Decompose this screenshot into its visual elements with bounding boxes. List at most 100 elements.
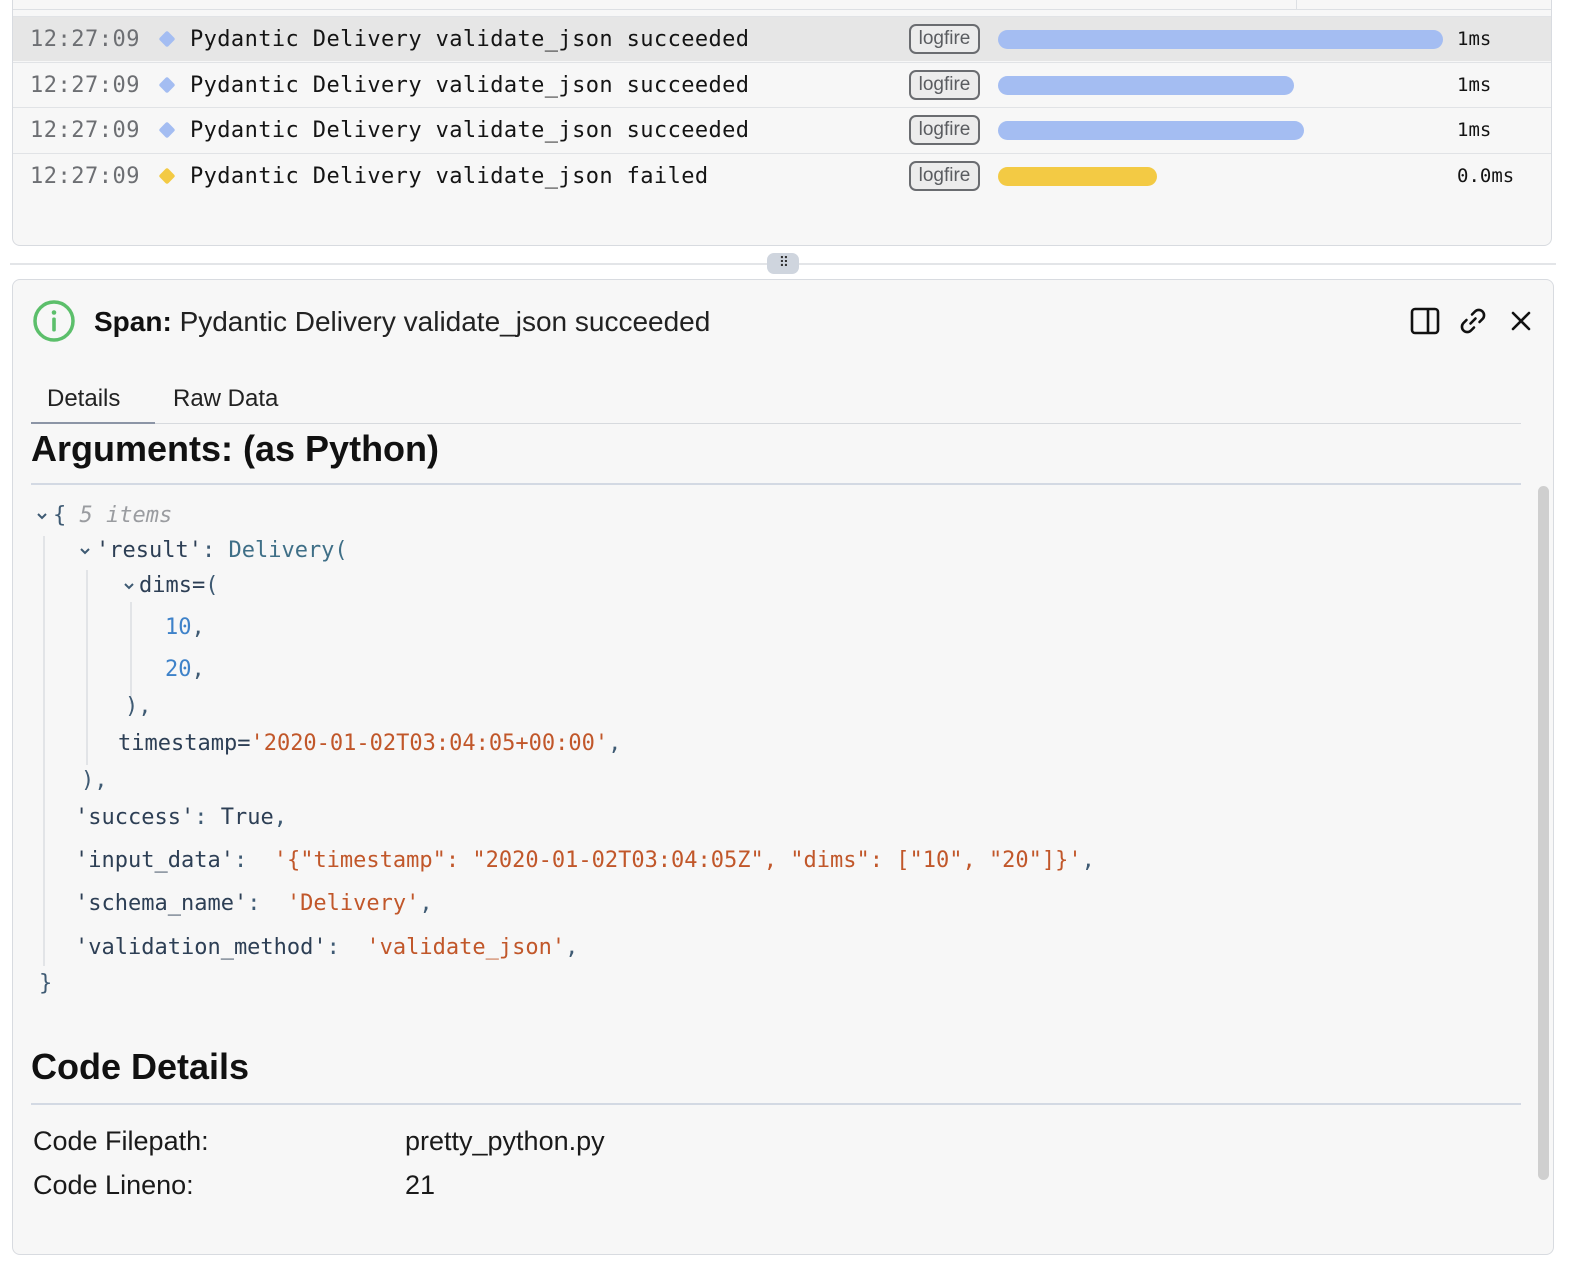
- split-view-icon[interactable]: [1409, 305, 1441, 337]
- arg-key: 'success': [75, 805, 195, 830]
- comma: ,: [273, 805, 287, 830]
- trace-list: 12:27:09 Pydantic Delivery validate_json…: [12, 0, 1552, 246]
- number-value: 20: [165, 657, 192, 682]
- duration-bar: [998, 30, 1443, 49]
- detail-tabs: Details Raw Data: [31, 378, 1521, 424]
- comma: ,: [191, 615, 205, 640]
- collapse-chevron-icon[interactable]: [35, 509, 49, 523]
- code-lineno-value: 21: [405, 1170, 436, 1200]
- arg-key: 'input_data': [75, 848, 234, 873]
- colon: :: [194, 805, 208, 830]
- span-status-diamond-icon: [158, 167, 176, 185]
- arg-key: 'result': [96, 538, 202, 563]
- trace-row[interactable]: 12:27:09 Pydantic Delivery validate_json…: [13, 62, 1551, 107]
- duration-bar: [998, 76, 1294, 95]
- section-divider: [31, 1103, 1521, 1105]
- colon: :: [233, 848, 248, 873]
- arg-key: 'validation_method': [75, 935, 327, 960]
- arg-input-data-line: 'input_data': '{"timestamp": "2020-01-02…: [75, 846, 1095, 876]
- tree-root-line: { 5 items: [53, 501, 172, 531]
- tab-details[interactable]: Details: [31, 378, 155, 424]
- dims-item: 10,: [165, 613, 205, 643]
- link-icon[interactable]: [1457, 305, 1489, 337]
- arg-key: 'schema_name': [75, 891, 248, 916]
- trace-row[interactable]: 12:27:09 Pydantic Delivery validate_json…: [13, 107, 1551, 152]
- trace-duration: 1ms: [1457, 28, 1492, 50]
- string-value: 'Delivery': [286, 891, 420, 916]
- trace-time: 12:27:09: [30, 118, 140, 143]
- tree-guide: [86, 570, 88, 765]
- close-icon[interactable]: [1505, 305, 1537, 337]
- duration-bar: [998, 167, 1157, 186]
- comma: ,: [565, 935, 579, 960]
- code-details-heading: Code Details: [31, 1046, 250, 1087]
- open-brace: {: [53, 503, 67, 528]
- close-brace: }: [39, 971, 53, 996]
- trace-row[interactable]: 12:27:09 Pydantic Delivery validate_json…: [13, 16, 1551, 61]
- service-tag[interactable]: logfire: [909, 70, 980, 100]
- trace-message: Pydantic Delivery validate_json failed: [190, 164, 709, 189]
- string-value: '{"timestamp": "2020-01-02T03:04:05Z", "…: [273, 848, 1082, 873]
- trace-duration: 1ms: [1457, 74, 1492, 96]
- drag-handle-icon[interactable]: ⠿: [767, 253, 799, 274]
- trace-message: Pydantic Delivery validate_json succeede…: [190, 27, 750, 52]
- service-tag[interactable]: logfire: [909, 24, 980, 54]
- duration-bar: [998, 121, 1304, 140]
- arg-success-line: 'success': True,: [75, 803, 287, 833]
- arg-timestamp-line: timestamp='2020-01-02T03:04:05+00:00',: [118, 729, 621, 759]
- string-value: 'validate_json': [366, 935, 566, 960]
- trace-time: 12:27:09: [30, 73, 140, 98]
- trace-duration: 0.0ms: [1457, 165, 1515, 187]
- arg-validation-method-line: 'validation_method': 'validate_json',: [75, 933, 578, 963]
- span-title: Span: Pydantic Delivery validate_json su…: [94, 302, 710, 342]
- service-tag[interactable]: logfire: [909, 115, 980, 145]
- trace-message: Pydantic Delivery validate_json succeede…: [190, 73, 750, 98]
- column-divider: [1296, 0, 1297, 9]
- class-close: ),: [81, 768, 108, 793]
- arg-dims-line: dims=(: [139, 571, 218, 601]
- trace-time: 12:27:09: [30, 164, 140, 189]
- tree-guide: [43, 536, 45, 966]
- collapse-chevron-icon[interactable]: [122, 579, 136, 593]
- comma: ,: [608, 731, 622, 756]
- tab-raw-data[interactable]: Raw Data: [155, 378, 293, 422]
- trace-time: 12:27:09: [30, 27, 140, 52]
- comma: ,: [191, 657, 205, 682]
- bool-value: True: [220, 805, 274, 830]
- trace-header-divider: [13, 9, 1551, 10]
- span-status-diamond-icon: [158, 76, 176, 94]
- arguments-heading: Arguments: (as Python): [31, 428, 440, 469]
- section-divider: [31, 483, 1521, 485]
- trace-duration: 1ms: [1457, 119, 1492, 141]
- span-label: Span:: [94, 306, 172, 337]
- code-filepath-label: Code Filepath:: [33, 1126, 209, 1156]
- number-value: 10: [165, 615, 192, 640]
- service-tag[interactable]: logfire: [909, 161, 980, 191]
- span-status-diamond-icon: [158, 30, 176, 48]
- code-filepath-value: pretty_python.py: [405, 1126, 605, 1156]
- result-close: ),: [81, 766, 108, 796]
- comma: ,: [1081, 848, 1095, 873]
- trace-row[interactable]: 12:27:09 Pydantic Delivery validate_json…: [13, 153, 1551, 198]
- arg-result-line: 'result': Delivery(: [96, 536, 348, 566]
- scrollbar[interactable]: [1538, 486, 1549, 1180]
- tree-close-line: }: [39, 969, 52, 999]
- span-name: Pydantic Delivery validate_json succeede…: [179, 306, 711, 337]
- colon: :: [201, 538, 216, 563]
- tree-guide: [130, 602, 132, 704]
- field-key: timestamp=: [118, 731, 251, 756]
- field-key: dims=: [139, 573, 206, 598]
- span-status-diamond-icon: [158, 121, 176, 139]
- comma: ,: [419, 891, 433, 916]
- trace-message: Pydantic Delivery validate_json succeede…: [190, 118, 750, 143]
- span-detail-panel: Span: Pydantic Delivery validate_json su…: [12, 279, 1554, 1255]
- info-circle-icon: [33, 300, 75, 342]
- tuple-open: (: [205, 573, 219, 598]
- class-name: Delivery(: [228, 538, 348, 563]
- collapse-chevron-icon[interactable]: [78, 544, 92, 558]
- tuple-close: ),: [125, 694, 152, 719]
- colon: :: [326, 935, 340, 960]
- colon: :: [247, 891, 261, 916]
- dims-close: ),: [125, 692, 152, 722]
- item-count: 5 items: [79, 503, 173, 528]
